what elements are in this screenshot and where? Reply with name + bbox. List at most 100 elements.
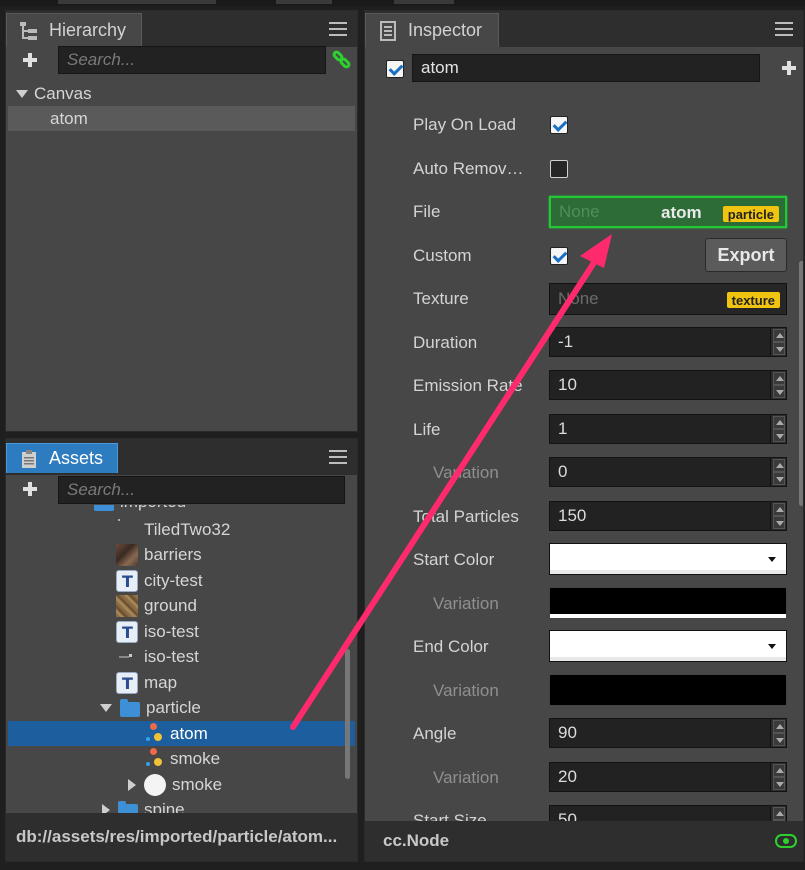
angle-input[interactable]: 90 — [549, 718, 787, 748]
tree-item-iso-test-image[interactable]: iso-test — [8, 644, 355, 669]
texture-placeholder: None — [558, 289, 599, 308]
inspector-scrollbar[interactable] — [799, 261, 803, 506]
tree-item-imported[interactable]: imported — [8, 505, 355, 514]
life-variation-stepper[interactable] — [770, 458, 786, 486]
texture-ball-icon — [144, 773, 166, 796]
prop-label-end-color: End Color — [413, 637, 489, 656]
hierarchy-add-icon[interactable] — [23, 53, 37, 67]
emission-rate-input[interactable]: 10 — [549, 370, 787, 400]
assets-search-input[interactable]: Search... — [58, 476, 345, 504]
texture-asset-field[interactable]: None texture — [549, 283, 787, 315]
hierarchy-search-input[interactable]: Search... — [58, 46, 326, 74]
folder-icon — [120, 699, 140, 717]
tree-item-particle[interactable]: particle — [8, 695, 355, 720]
angle-value: 90 — [558, 723, 577, 742]
angle-variation-value: 20 — [558, 767, 577, 786]
duration-input[interactable]: -1 — [549, 327, 787, 357]
tree-item-canvas[interactable]: Canvas — [8, 81, 355, 106]
expand-arrow-icon[interactable] — [128, 778, 136, 791]
tree-item-label: city-test — [144, 570, 203, 590]
tree-item-label: smoke — [170, 748, 221, 768]
custom-checkbox[interactable] — [550, 247, 568, 265]
prop-label-total-particles: Total Particles — [413, 507, 519, 526]
image-icon — [116, 646, 138, 668]
image-icon — [116, 594, 138, 617]
image-icon — [116, 518, 138, 541]
node-type-label: cc.Node — [383, 831, 450, 850]
tree-item-atom[interactable]: atom — [8, 721, 355, 746]
emission-rate-value: 10 — [558, 375, 577, 394]
folder-icon — [94, 505, 114, 511]
eye-icon[interactable] — [775, 834, 797, 848]
total-particles-stepper[interactable] — [770, 502, 786, 530]
life-input[interactable]: 1 — [549, 414, 787, 444]
inspector-properties: Play On Load Auto Remov… File None atom … — [365, 11, 795, 823]
prop-label-angle-variation: Variation — [433, 768, 499, 787]
start-color-variation-swatch[interactable] — [549, 587, 787, 619]
assets-tabbar: Assets — [6, 439, 357, 475]
asset-path-statusbar: db://assets/res/imported/particle/atom..… — [6, 813, 357, 861]
prop-label-texture: Texture — [413, 289, 469, 308]
assets-scrollbar[interactable] — [345, 649, 350, 779]
end-color-swatch[interactable] — [549, 630, 787, 662]
expand-arrow-icon[interactable] — [100, 703, 112, 712]
link-icon[interactable] — [330, 48, 354, 71]
duration-value: -1 — [558, 332, 574, 351]
total-particles-input[interactable]: 150 — [549, 501, 787, 531]
hierarchy-tabbar: Hierarchy — [6, 11, 357, 47]
expand-arrow-icon[interactable] — [16, 89, 28, 98]
file-placeholder: None — [559, 202, 600, 221]
tree-item-ground[interactable]: ground — [8, 593, 355, 618]
tree-item-label: map — [144, 672, 178, 692]
tree-item-tiledtwo32[interactable]: TiledTwo32 — [8, 517, 355, 542]
tree-item-smoke[interactable]: smoke — [8, 746, 355, 771]
tree-item-iso-test[interactable]: iso-test — [8, 619, 355, 644]
angle-stepper[interactable] — [770, 719, 786, 747]
start-color-swatch[interactable] — [549, 543, 787, 575]
dropdown-caret-icon[interactable] — [768, 557, 776, 562]
hierarchy-menu-icon[interactable] — [329, 22, 347, 36]
top-strip — [0, 0, 805, 6]
dropdown-caret-icon[interactable] — [768, 644, 776, 649]
tree-item-label: imported — [120, 505, 186, 512]
image-icon — [116, 543, 138, 566]
particle-icon — [142, 747, 164, 770]
assets-add-icon[interactable] — [23, 482, 37, 496]
assets-menu-icon[interactable] — [329, 450, 347, 464]
total-particles-value: 150 — [558, 506, 587, 525]
duration-stepper[interactable] — [770, 328, 786, 356]
tree-item-label: atom — [170, 723, 208, 743]
hierarchy-search-placeholder: Search... — [67, 50, 136, 69]
tree-item-label: particle — [146, 697, 201, 717]
prop-label-start-color: Start Color — [413, 550, 495, 569]
tree-item-barriers[interactable]: barriers — [8, 542, 355, 567]
emission-rate-stepper[interactable] — [770, 371, 786, 399]
life-variation-input[interactable]: 0 — [549, 457, 787, 487]
prop-label-duration: Duration — [413, 333, 478, 352]
tree-item-label: iso-test — [144, 621, 199, 641]
play-on-load-checkbox[interactable] — [550, 116, 568, 134]
prop-label-file: File — [413, 202, 441, 221]
particle-badge: particle — [722, 206, 779, 222]
end-color-variation-swatch[interactable] — [549, 674, 787, 706]
export-button[interactable]: Export — [705, 238, 787, 272]
tree-item-label: ground — [144, 595, 197, 615]
tree-item-map[interactable]: map — [8, 670, 355, 695]
tree-item-atom[interactable]: atom — [8, 106, 355, 131]
tab-hierarchy[interactable]: Hierarchy — [6, 13, 142, 47]
hierarchy-panel: Hierarchy Search... Canvas atom — [5, 10, 358, 432]
life-stepper[interactable] — [770, 415, 786, 443]
texture-badge: texture — [726, 292, 780, 308]
tab-assets[interactable]: Assets — [6, 443, 118, 473]
prop-label-custom: Custom — [413, 246, 472, 265]
auto-remove-checkbox[interactable] — [550, 160, 568, 178]
tree-item-smoke-texture[interactable]: smoke — [8, 772, 355, 797]
assets-clipboard-icon — [19, 449, 39, 469]
inspector-panel: Inspector atom Play On Load Auto Remov… … — [364, 10, 804, 862]
tree-item-city-test[interactable]: city-test — [8, 568, 355, 593]
angle-variation-input[interactable]: 20 — [549, 762, 787, 792]
angle-variation-stepper[interactable] — [770, 763, 786, 791]
file-asset-field[interactable]: None atom particle — [549, 196, 787, 228]
tiledmap-icon — [116, 620, 138, 643]
assets-search-placeholder: Search... — [67, 480, 136, 499]
